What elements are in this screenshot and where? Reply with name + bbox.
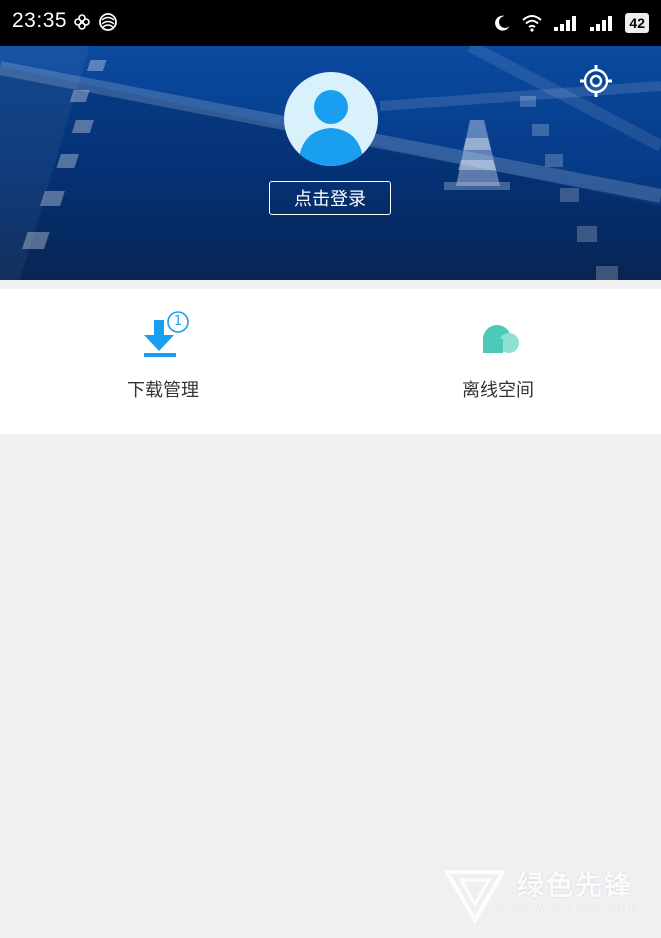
watermark-name: 绿色先锋 bbox=[517, 871, 633, 902]
watermark-url: www.greenxf.com bbox=[493, 902, 640, 917]
menu-item-download-manager[interactable]: 1 下载管理 bbox=[0, 289, 330, 434]
status-time: 23:35 bbox=[12, 9, 68, 32]
status-bar: 23:35 42 bbox=[0, 0, 661, 46]
watermark: 绿色先锋 www.greenxf.com bbox=[445, 868, 655, 924]
login-button[interactable]: 点击登录 bbox=[269, 181, 391, 215]
menu-label-download-manager: 下载管理 bbox=[127, 380, 199, 401]
moon-icon bbox=[495, 15, 510, 31]
signal-icon bbox=[554, 16, 577, 31]
battery-level: 42 bbox=[625, 13, 649, 33]
menu-label-offline-space: 离线空间 bbox=[462, 380, 534, 401]
wifi-icon bbox=[522, 15, 543, 32]
carrier-logo-icon bbox=[74, 14, 90, 30]
feature-menu: 1 下载管理 离线空间 bbox=[0, 289, 661, 434]
download-icon bbox=[144, 311, 189, 357]
network-operator-icon bbox=[99, 13, 117, 31]
avatar[interactable] bbox=[284, 72, 378, 166]
settings-icon[interactable] bbox=[578, 63, 614, 99]
profile-header: 点击登录 bbox=[0, 46, 661, 280]
cloud-icon bbox=[483, 325, 519, 353]
user-icon bbox=[298, 90, 364, 166]
download-count-badge: 1 bbox=[173, 314, 183, 329]
menu-item-offline-space[interactable]: 离线空间 bbox=[331, 289, 661, 434]
status-indicators: 42 bbox=[493, 8, 649, 38]
signal-icon-2 bbox=[590, 16, 613, 31]
